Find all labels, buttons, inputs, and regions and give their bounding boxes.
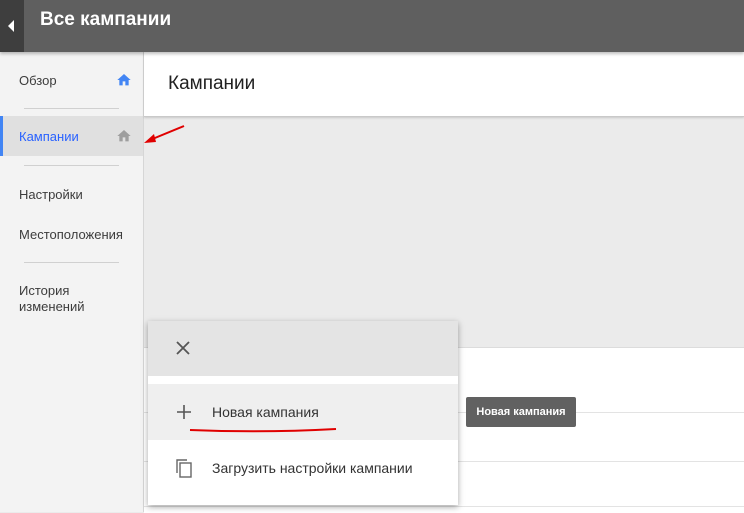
sidebar-item-campaigns[interactable]: Кампании: [0, 116, 143, 156]
collapse-button[interactable]: [0, 0, 24, 52]
chevron-left-icon: [8, 20, 14, 32]
page-title: Кампании: [168, 73, 256, 94]
sidebar-item-change-history[interactable]: История изменений: [0, 274, 143, 324]
plus-icon: [177, 405, 191, 419]
sidebar-nav: Обзор Кампании Настройки Местоположения …: [0, 52, 144, 512]
close-icon[interactable]: [174, 339, 192, 357]
sidebar-divider: [24, 108, 119, 109]
sidebar-item-label: Обзор: [19, 73, 57, 88]
table-row-divider: [144, 506, 744, 507]
sidebar-item-overview[interactable]: Обзор: [0, 52, 143, 108]
menu-item-label: Загрузить настройки кампании: [212, 460, 413, 476]
upload-settings-menu-item[interactable]: Загрузить настройки кампании: [148, 440, 458, 496]
annotation-arrow: [144, 125, 185, 143]
sidebar-item-label: Местоположения: [19, 227, 123, 242]
copy-icon: [176, 459, 192, 478]
new-campaign-menu-item[interactable]: Новая кампания: [148, 384, 458, 440]
menu-item-label: Новая кампания: [212, 404, 319, 420]
sidebar-divider: [24, 165, 119, 166]
top-app-bar: Все кампании: [0, 0, 744, 52]
home-icon[interactable]: [116, 72, 132, 88]
sidebar-item-settings[interactable]: Настройки: [0, 176, 143, 212]
sidebar-item-label: Кампании: [19, 129, 79, 144]
page-header: Кампании: [144, 52, 744, 117]
active-indicator: [0, 116, 3, 156]
create-menu: Новая кампания Загрузить настройки кампа…: [148, 321, 458, 505]
annotation-underline: [189, 428, 337, 433]
tooltip: Новая кампания: [466, 397, 576, 427]
sidebar-item-locations[interactable]: Местоположения: [0, 216, 143, 252]
sidebar-divider: [24, 262, 119, 263]
sidebar-item-label: Настройки: [19, 187, 83, 202]
menu-header: [148, 321, 458, 376]
home-icon[interactable]: [116, 128, 132, 144]
app-title: Все кампании: [40, 9, 172, 30]
sidebar-item-label: История изменений: [19, 283, 85, 314]
